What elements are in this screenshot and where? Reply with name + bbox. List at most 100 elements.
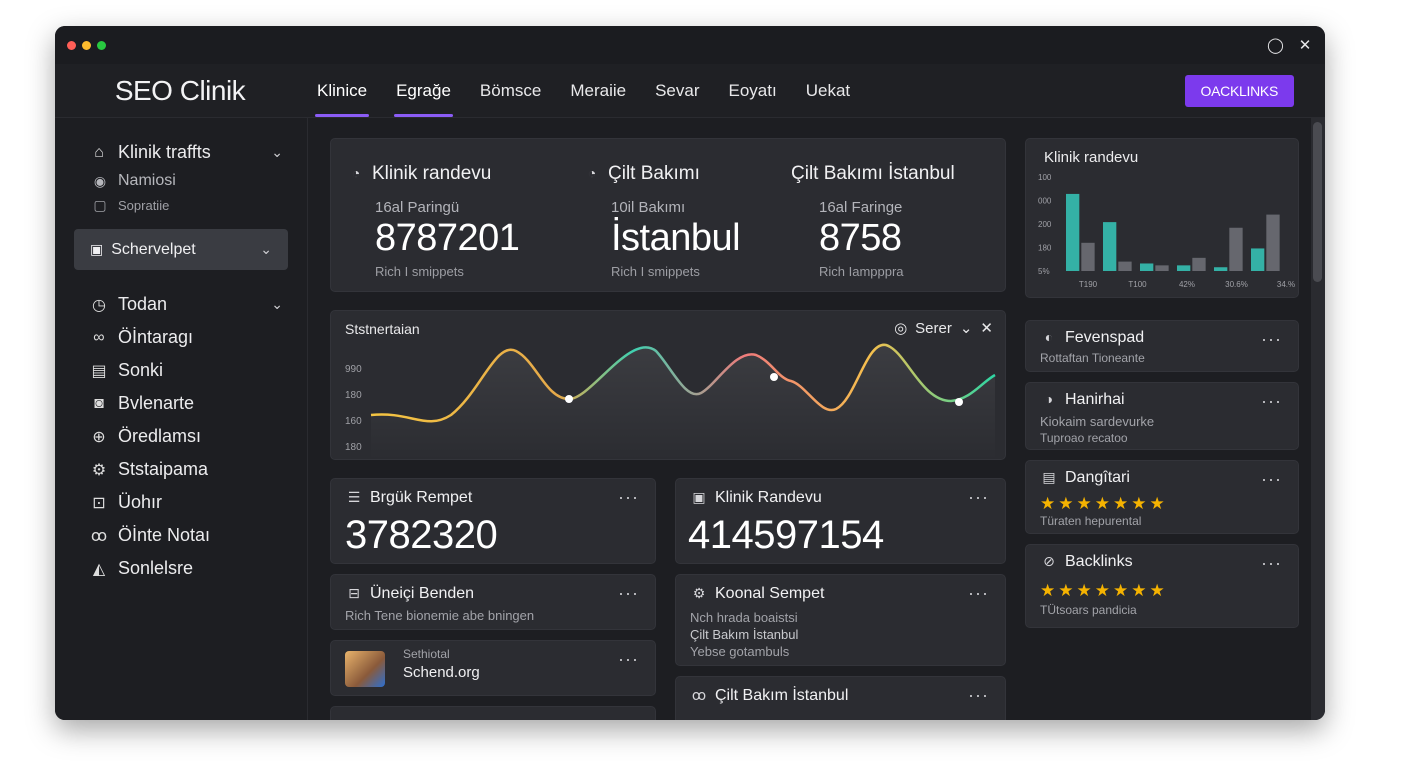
bar-chart-panel: Klinik randevu 100 000 200 180 5% T190 T100 42%… xyxy=(1025,138,1299,298)
sidebar-item-3[interactable]: ◙ Bvlenarte xyxy=(55,387,307,420)
data-point[interactable] xyxy=(565,395,573,403)
bar xyxy=(1155,265,1169,271)
line-chart-panel: Ststnertaian ◎ Serer ⌄ ✕ 990 180 160 180 xyxy=(330,310,1006,461)
sidebar-selected-item[interactable]: ▣ Schervelpet ⌄ xyxy=(74,229,288,270)
bar xyxy=(1103,222,1117,271)
right-card-line: TÜtsoars pandicia xyxy=(1040,603,1137,617)
sidebar-item-label: Öİnte Notaı xyxy=(118,525,211,545)
window-icon: ▤ xyxy=(91,362,107,380)
list-card-uneici[interactable]: ⊟ Üneiçi Benden ··· Rich Tene bionemie ab… xyxy=(330,574,656,630)
list-card-koonal[interactable]: ⚙ Koonal Sempet ··· Nch hrada boaistsi Çi… xyxy=(675,574,1006,666)
chevron-down-icon[interactable]: ⌄ xyxy=(260,241,272,258)
right-card-fevenspad[interactable]: ◐ Fevenspad ··· Rottaftan Tioneante xyxy=(1025,320,1299,372)
x-tick-label: 30.6% xyxy=(1225,280,1248,289)
link-icon: ∞ xyxy=(93,328,105,346)
avatar xyxy=(345,651,385,687)
sidebar-item-label: Sonlelsre xyxy=(118,558,194,578)
sidebar-item-label: Üohır xyxy=(118,492,163,512)
sidebar-item-6[interactable]: ⊡ Üohır xyxy=(55,486,307,519)
right-card-line: Tuproao recatoo xyxy=(1040,431,1128,445)
data-point[interactable] xyxy=(955,398,963,406)
brand-logo: SEO Clinik xyxy=(114,74,246,106)
nav-item-4[interactable]: Sevar xyxy=(653,64,701,117)
sidebar-item-label: Öredlamsı xyxy=(118,426,202,446)
more-icon[interactable]: ··· xyxy=(968,487,989,508)
sidebar-item-2[interactable]: ▤ Sonki xyxy=(55,354,307,387)
list-title: Koonal Sempet xyxy=(715,585,825,602)
list-line: Yebse gotambuls xyxy=(690,644,790,659)
right-card-dangitari[interactable]: ▤ Dangîtari ··· ★★★★★★★ Türaten hepurenta… xyxy=(1025,460,1299,534)
circle-icon: ◉ xyxy=(93,172,107,189)
stat-label: 16al Faringe xyxy=(819,199,903,216)
calendar-icon: ▣ xyxy=(692,489,706,505)
sidebar-item-4[interactable]: ⊕ Öredlamsı xyxy=(55,420,307,453)
list-sub: Rich Tene bionemie abe bningen xyxy=(345,608,535,623)
lock-icon: ⊟ xyxy=(348,585,360,601)
metric-title: Brgük Rempet xyxy=(370,489,473,506)
sidebar-item-5[interactable]: ⚙ Ststaipama xyxy=(55,453,307,486)
stat-title: Çilt Bakımı xyxy=(608,163,700,184)
nav-item-0[interactable]: Klinice xyxy=(315,64,370,117)
thumb-icon: ◭ xyxy=(92,560,106,578)
more-icon[interactable]: ··· xyxy=(618,583,639,604)
nav-item-2[interactable]: Bömsce xyxy=(478,64,543,117)
chevron-down-icon[interactable]: ⌄ xyxy=(271,296,283,313)
line-chart-svg xyxy=(370,343,996,461)
nav-item-6[interactable]: Uekat xyxy=(804,64,852,117)
metric-card-0[interactable]: ☰ Brgük Rempet ··· 3782320 xyxy=(330,478,656,564)
sidebar-item-1[interactable]: ∞ Öİntaragı xyxy=(55,321,307,354)
more-icon[interactable]: ··· xyxy=(618,649,639,670)
right-card-backlinks[interactable]: ⊘ Backlinks ··· ★★★★★★★ TÜtsoars pandicia xyxy=(1025,544,1299,628)
scrollbar-thumb[interactable] xyxy=(1313,122,1322,282)
list-card-cilt[interactable]: ꝏ Çilt Bakım İstanbul ··· xyxy=(675,676,1006,720)
sidebar-item-label: Ststaipama xyxy=(118,459,209,479)
sidebar-sub-label: Sopratiie xyxy=(118,197,170,213)
more-icon[interactable]: ··· xyxy=(1261,553,1282,574)
right-card-line: Rottaftan Tioneante xyxy=(1040,351,1145,365)
title-bar: ◯ ✕ xyxy=(55,26,1325,64)
more-icon[interactable]: ··· xyxy=(618,487,639,508)
sidebar-sub-1[interactable]: ▢ Sopratiie xyxy=(55,193,307,217)
chevron-down-icon[interactable]: ⌄ xyxy=(271,144,283,161)
sidebar-item-0[interactable]: ◷ Todan ⌄ xyxy=(55,288,307,321)
close-dot[interactable] xyxy=(67,40,76,50)
more-icon[interactable]: ··· xyxy=(968,583,989,604)
sidebar-group[interactable]: ⌂ Klinik traffts ⌄ xyxy=(55,136,307,169)
users-icon: ꝏ xyxy=(90,527,108,545)
x-tick-label: T100 xyxy=(1128,280,1147,289)
metric-value: 3782320 xyxy=(345,513,498,557)
nav-item-1[interactable]: Egrağe xyxy=(394,64,453,117)
metric-title: Klinik Randevu xyxy=(715,489,822,506)
more-icon[interactable]: ··· xyxy=(1261,329,1282,350)
gear-icon: ⚙ xyxy=(91,461,107,479)
more-icon[interactable]: ··· xyxy=(1261,469,1282,490)
list-title: Üneiçi Benden xyxy=(370,585,475,602)
list-line: Nch hrada boaistsi xyxy=(690,610,798,625)
y-tick-label: 200 xyxy=(1038,220,1052,229)
sidebar-sub-0[interactable]: ◉ Namiosi xyxy=(55,169,307,193)
window-circle-icon[interactable]: ◯ xyxy=(1267,36,1284,54)
maximize-dot[interactable] xyxy=(97,40,106,50)
nav-item-3[interactable]: Meraiie xyxy=(568,64,628,117)
more-icon[interactable]: ··· xyxy=(968,685,989,706)
sidebar-item-7[interactable]: ꝏ Öİnte Notaı xyxy=(55,519,307,552)
right-card-line: Kiokaim sardevurke xyxy=(1040,414,1155,429)
more-icon[interactable]: ··· xyxy=(1261,391,1282,412)
document-icon: ▤ xyxy=(1042,469,1056,485)
list-card-schend[interactable]: Sethiotal Schend.org ··· xyxy=(330,640,656,696)
right-card-hanirhai[interactable]: ◑ Hanirhai ··· Kiokaim sardevurke Tuproao… xyxy=(1025,382,1299,450)
sidebar-group-label: Klinik traffts xyxy=(118,142,211,162)
bar xyxy=(1266,214,1280,271)
sidebar-item-8[interactable]: ◭ Sonlelsre xyxy=(55,552,307,585)
data-point[interactable] xyxy=(770,373,778,381)
bar xyxy=(1140,263,1154,271)
bar xyxy=(1192,257,1206,271)
metric-card-1[interactable]: ▣ Klinik Randevu ··· 414597154 xyxy=(675,478,1006,564)
clock-icon: ◔ xyxy=(351,165,361,181)
backlinks-button[interactable]: OACKLINKS xyxy=(1184,74,1294,107)
window-close-icon[interactable]: ✕ xyxy=(1297,36,1313,54)
right-card-title: Hanirhai xyxy=(1065,391,1125,408)
nav-item-5[interactable]: Eoyatı xyxy=(727,64,779,117)
minimize-dot[interactable] xyxy=(82,40,91,50)
stat-title: Klinik randevu xyxy=(372,163,492,184)
